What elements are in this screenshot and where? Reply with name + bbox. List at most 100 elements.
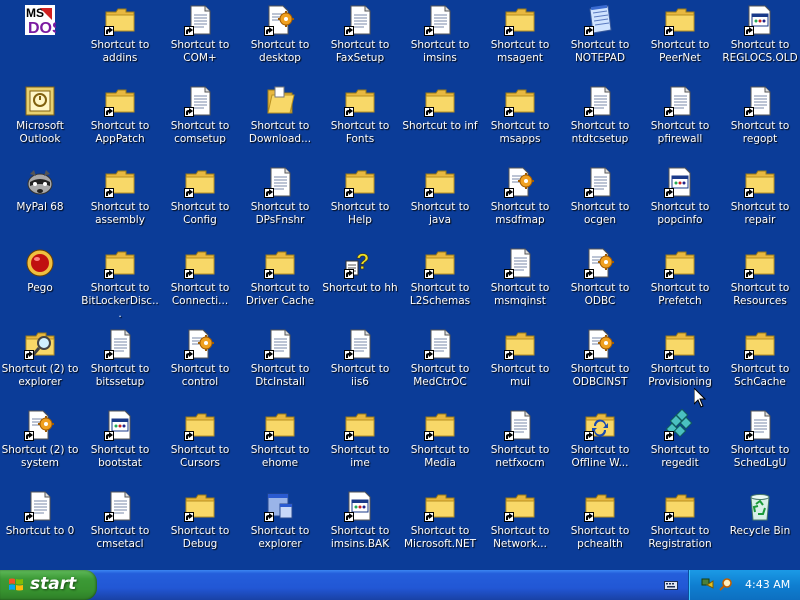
desktop-icon[interactable]: Shortcut to COM+ bbox=[160, 0, 240, 81]
desktop-icon[interactable]: Shortcut to popcinfo bbox=[640, 162, 720, 243]
desktop-icon[interactable]: Shortcut to cmsetacl bbox=[80, 486, 160, 567]
folder-icon bbox=[664, 328, 696, 360]
desktop-icon[interactable]: MSDOS bbox=[0, 0, 80, 81]
desktop-icon[interactable]: Shortcut to Microsoft.NET bbox=[400, 486, 480, 567]
desktop-icon[interactable]: Shortcut to Media bbox=[400, 405, 480, 486]
desktop-icon[interactable]: Shortcut to repair bbox=[720, 162, 800, 243]
keyboard-icon[interactable] bbox=[664, 579, 678, 591]
desktop-icon[interactable]: Shortcut to bitssetup bbox=[80, 324, 160, 405]
desktop-icon[interactable]: Shortcut to Help bbox=[320, 162, 400, 243]
desktop-icon[interactable]: Shortcut to assembly bbox=[80, 162, 160, 243]
desktop-icon[interactable]: Shortcut to msagent bbox=[480, 0, 560, 81]
desktop-icon[interactable]: Shortcut to DtcInstall bbox=[240, 324, 320, 405]
desktop-icon-label: Shortcut to Network... bbox=[490, 525, 550, 550]
network-status-icon[interactable] bbox=[701, 577, 715, 591]
folder-icon bbox=[264, 247, 296, 279]
desktop-icon[interactable]: Shortcut to pchealth bbox=[560, 486, 640, 567]
desktop-icon[interactable]: Shortcut (2) to explorer bbox=[0, 324, 80, 405]
desktop-icon[interactable]: Recycle Bin bbox=[720, 486, 800, 567]
desktop-icon[interactable]: Shortcut to BitLockerDisc... bbox=[80, 243, 160, 324]
desktop-icon[interactable]: Shortcut to comsetup bbox=[160, 81, 240, 162]
desktop-icon[interactable]: ? Shortcut to hh bbox=[320, 243, 400, 324]
desktop-icon[interactable]: Shortcut (2) to system bbox=[0, 405, 80, 486]
folder-icon bbox=[504, 4, 536, 36]
desktop-icon[interactable]: Shortcut to DPsFnshr bbox=[240, 162, 320, 243]
desktop-icon[interactable]: Shortcut to FaxSetup bbox=[320, 0, 400, 81]
desktop-icon-label: Shortcut to addins bbox=[90, 39, 150, 64]
desktop-icon[interactable]: Shortcut to Provisioning bbox=[640, 324, 720, 405]
desktop-icon[interactable]: Shortcut to Prefetch bbox=[640, 243, 720, 324]
desktop-icon[interactable]: Shortcut to Connecti... bbox=[160, 243, 240, 324]
desktop-icon[interactable]: Shortcut to Config bbox=[160, 162, 240, 243]
desktop-icon[interactable]: Shortcut to imsins bbox=[400, 0, 480, 81]
folder-icon bbox=[744, 166, 776, 198]
desktop-icon-label: Shortcut to Driver Cache bbox=[245, 282, 315, 307]
desktop-icon[interactable]: Shortcut to L2Schemas bbox=[400, 243, 480, 324]
document-icon bbox=[184, 4, 216, 36]
desktop-icon[interactable]: Shortcut to regopt bbox=[720, 81, 800, 162]
document-icon bbox=[424, 328, 456, 360]
desktop-icon[interactable]: Shortcut to ODBCINST bbox=[560, 324, 640, 405]
desktop-icon[interactable]: Shortcut to SchedLgU bbox=[720, 405, 800, 486]
desktop-icon[interactable]: Shortcut to PeerNet bbox=[640, 0, 720, 81]
desktop-icon[interactable]: Shortcut to ehome bbox=[240, 405, 320, 486]
desktop-icon[interactable]: Shortcut to msapps bbox=[480, 81, 560, 162]
desktop-icon[interactable]: Shortcut to Resources bbox=[720, 243, 800, 324]
folder-icon bbox=[344, 409, 376, 441]
desktop-icon[interactable]: Shortcut to Fonts bbox=[320, 81, 400, 162]
document-icon bbox=[264, 166, 296, 198]
desktop-icon[interactable]: Shortcut to Network... bbox=[480, 486, 560, 567]
desktop-icon-label: Shortcut to Microsoft.NET bbox=[403, 525, 477, 550]
desktop-icon[interactable]: Shortcut to AppPatch bbox=[80, 81, 160, 162]
desktop-icon-label: Shortcut to regedit bbox=[650, 444, 710, 469]
desktop-icon[interactable]: Pego bbox=[0, 243, 80, 324]
desktop-icon[interactable]: Shortcut to Offline W... bbox=[560, 405, 640, 486]
desktop-icon[interactable]: Shortcut to mui bbox=[480, 324, 560, 405]
shortcut-arrow-icon bbox=[584, 26, 594, 36]
desktop-icon[interactable]: Shortcut to msmqinst bbox=[480, 243, 560, 324]
document-icon bbox=[24, 490, 56, 522]
desktop-icon[interactable]: Shortcut to control bbox=[160, 324, 240, 405]
shortcut-arrow-icon bbox=[504, 107, 514, 117]
desktop-icon[interactable]: Shortcut to ocgen bbox=[560, 162, 640, 243]
desktop-icon[interactable]: Shortcut to NOTEPAD bbox=[560, 0, 640, 81]
desktop-icon[interactable]: Shortcut to pfirewall bbox=[640, 81, 720, 162]
desktop-icon[interactable]: Shortcut to netfxocm bbox=[480, 405, 560, 486]
desktop-icon[interactable]: Shortcut to addins bbox=[80, 0, 160, 81]
desktop-icon[interactable]: Shortcut to java bbox=[400, 162, 480, 243]
shortcut-arrow-icon bbox=[424, 107, 434, 117]
desktop-icon[interactable]: Shortcut to Driver Cache bbox=[240, 243, 320, 324]
folder-icon bbox=[584, 490, 616, 522]
desktop-icon[interactable]: Shortcut to ntdtcsetup bbox=[560, 81, 640, 162]
desktop-icon[interactable]: Shortcut to ODBC bbox=[560, 243, 640, 324]
start-button[interactable]: start bbox=[0, 570, 97, 600]
desktop-icon[interactable]: Shortcut to 0 bbox=[0, 486, 80, 567]
desktop[interactable]: MSDOS Shortcut to addins Shortcut to COM+ S… bbox=[0, 0, 800, 570]
shortcut-arrow-icon bbox=[584, 269, 594, 279]
desktop-icon[interactable]: Shortcut to bootstat bbox=[80, 405, 160, 486]
desktop-icon[interactable]: Shortcut to REGLOCS.OLD bbox=[720, 0, 800, 81]
desktop-icon[interactable]: Shortcut to inf bbox=[400, 81, 480, 162]
desktop-icon[interactable]: Shortcut to MedCtrOC bbox=[400, 324, 480, 405]
search-icon[interactable] bbox=[719, 577, 733, 591]
desktop-icon[interactable]: Shortcut to regedit bbox=[640, 405, 720, 486]
desktop-icon[interactable]: Microsoft Outlook bbox=[0, 81, 80, 162]
desktop-icon-label: Shortcut to netfxocm bbox=[490, 444, 550, 469]
desktop-icon[interactable]: Shortcut to desktop bbox=[240, 0, 320, 81]
desktop-icon[interactable]: Shortcut to iis6 bbox=[320, 324, 400, 405]
pego-icon bbox=[24, 247, 56, 279]
desktop-icon[interactable]: Shortcut to msdfmap bbox=[480, 162, 560, 243]
svg-text:?: ? bbox=[356, 249, 369, 274]
desktop-icon[interactable]: Shortcut to ime bbox=[320, 405, 400, 486]
desktop-icon[interactable]: Shortcut to explorer bbox=[240, 486, 320, 567]
desktop-icon[interactable]: Shortcut to Registration bbox=[640, 486, 720, 567]
shortcut-arrow-icon bbox=[744, 107, 754, 117]
shortcut-arrow-icon bbox=[424, 512, 434, 522]
desktop-icon[interactable]: Shortcut to Cursors bbox=[160, 405, 240, 486]
desktop-icon[interactable]: MyPal 68 bbox=[0, 162, 80, 243]
desktop-icon[interactable]: Shortcut to Download... bbox=[240, 81, 320, 162]
desktop-icon[interactable]: Shortcut to SchCache bbox=[720, 324, 800, 405]
desktop-icon[interactable]: Shortcut to imsins.BAK bbox=[320, 486, 400, 567]
desktop-icon[interactable]: Shortcut to Debug bbox=[160, 486, 240, 567]
desktop-icon-label: Shortcut to Debug bbox=[170, 525, 230, 550]
